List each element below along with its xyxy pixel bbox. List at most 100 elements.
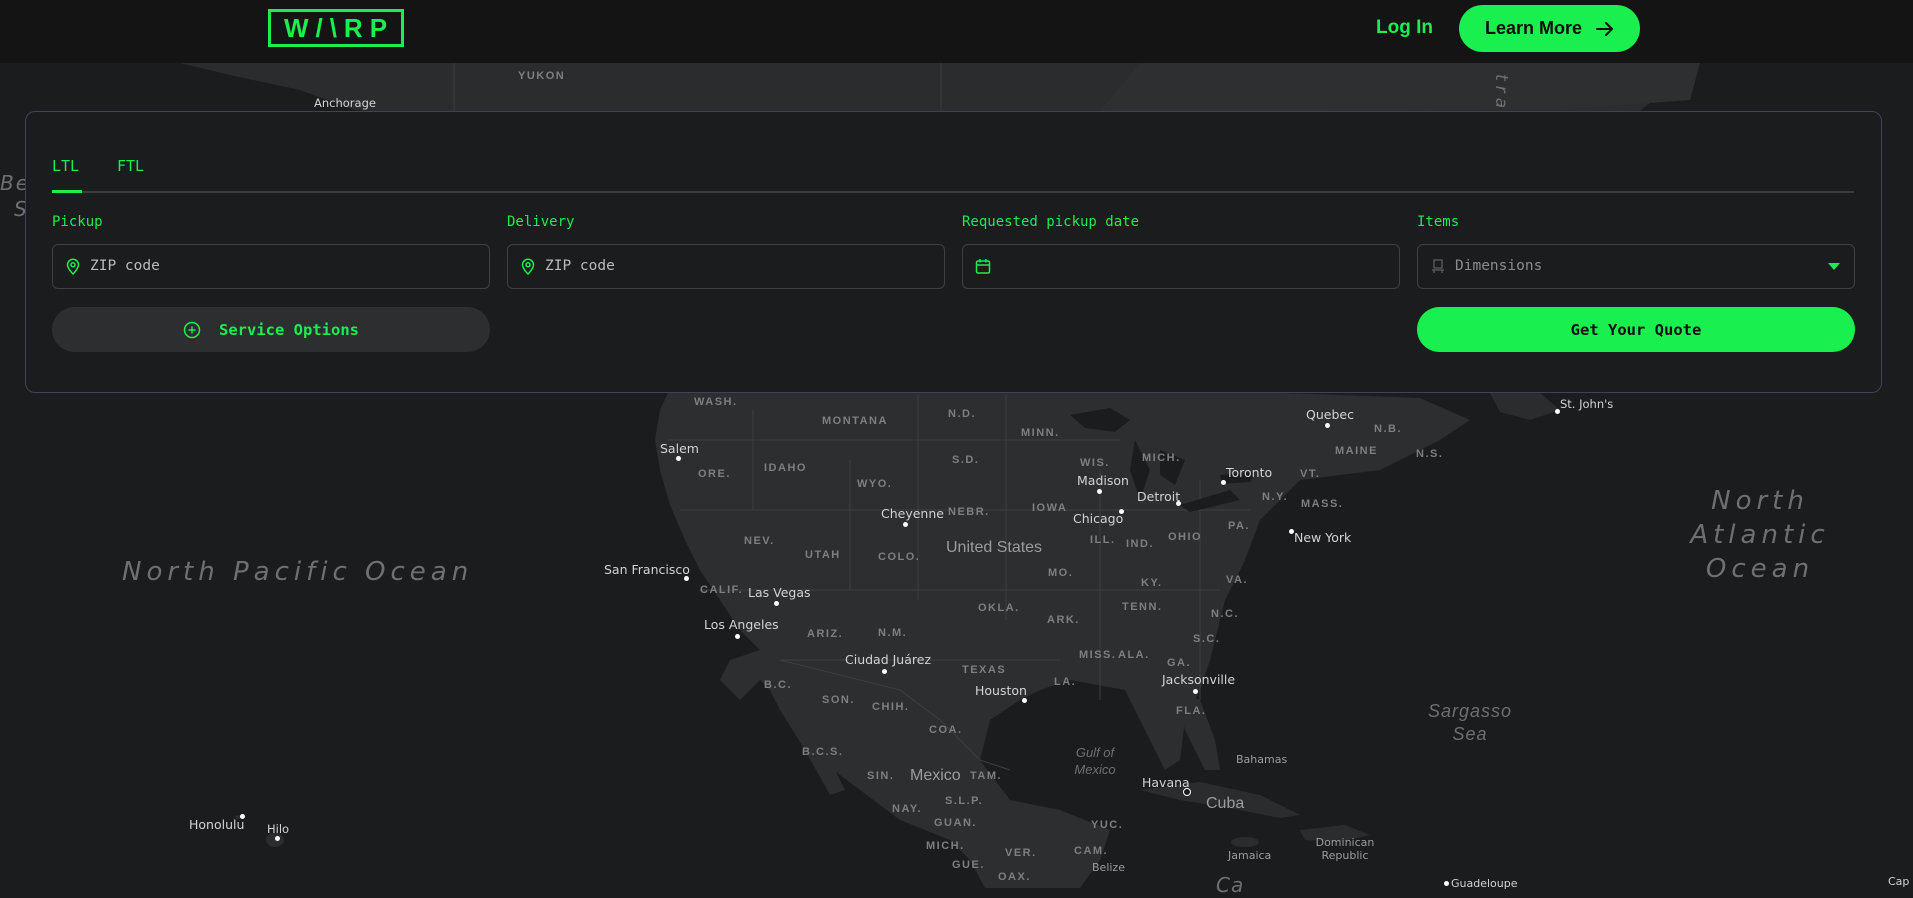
region-label: N.Y.: [1262, 491, 1289, 503]
service-options-label: Service Options: [219, 320, 359, 339]
city-label-madison: Madison: [1077, 473, 1129, 488]
city-dot: [1325, 423, 1330, 428]
city-label-quebec: Quebec: [1306, 407, 1354, 422]
city-dot: [1097, 489, 1102, 494]
city-dot: [882, 669, 887, 674]
ocean-label-north-atlantic: North Atlantic Ocean: [1690, 486, 1830, 584]
city-label-ciudad-juarez: Ciudad Juárez: [845, 652, 932, 667]
region-label: IOWA: [1032, 502, 1068, 514]
get-your-quote-button[interactable]: Get Your Quote: [1417, 307, 1855, 352]
region-label: TAM.: [970, 770, 1003, 782]
region-label: MICH.: [1142, 452, 1181, 464]
city-label-new-york: New York: [1294, 530, 1352, 545]
region-label: GUAN.: [934, 817, 977, 829]
region-label: VER.: [1005, 847, 1037, 859]
delivery-zip-placeholder: ZIP code: [545, 258, 615, 274]
city-dot: [1221, 480, 1226, 485]
delivery-zip-input[interactable]: ZIP code: [507, 244, 945, 289]
calendar-icon: [975, 259, 991, 274]
city-dot: [1555, 409, 1560, 414]
country-label-united-states: United States: [946, 539, 1043, 556]
tab-ftl[interactable]: FTL: [117, 157, 144, 175]
region-label: MAINE: [1335, 445, 1378, 457]
city-label-chicago: Chicago: [1073, 511, 1124, 526]
region-label: MASS.: [1301, 498, 1344, 510]
ocean-label-north-pacific: North Pacific Ocean: [122, 557, 474, 587]
region-label: OAX.: [998, 871, 1031, 883]
login-link[interactable]: Log In: [1376, 17, 1433, 39]
plus-circle-icon: [183, 321, 201, 338]
quote-form-panel: LTL FTL Pickup ZIP code Delivery ZIP cod…: [25, 111, 1882, 393]
items-label: Items: [1417, 214, 1460, 230]
city-label-houston: Houston: [975, 683, 1027, 698]
service-options-button[interactable]: Service Options: [52, 307, 490, 352]
city-dot: [684, 576, 689, 581]
region-label: B.C.: [764, 679, 792, 691]
region-label: S.L.P.: [945, 795, 984, 807]
city-label-hilo: Hilo: [267, 822, 290, 836]
region-label: MISS.: [1079, 649, 1117, 661]
city-dot: [1289, 529, 1294, 534]
map-label-bahamas: Bahamas: [1236, 753, 1288, 766]
region-label: N.S.: [1416, 448, 1444, 460]
learn-more-label: Learn More: [1484, 18, 1583, 38]
region-label: ALA.: [1118, 649, 1150, 661]
get-your-quote-label: Get Your Quote: [1570, 320, 1702, 339]
region-label: GUE.: [952, 859, 985, 871]
region-label: OHIO: [1168, 531, 1203, 543]
location-pin-icon: [521, 258, 535, 276]
region-label: ARK.: [1047, 614, 1080, 626]
delivery-label: Delivery: [507, 214, 575, 230]
learn-more-button[interactable]: Learn More: [1459, 5, 1640, 52]
region-label: ARIZ.: [807, 628, 844, 640]
region-label: WYO.: [857, 478, 893, 490]
region-label: ORE.: [698, 468, 731, 480]
region-label: MO.: [1048, 567, 1074, 579]
city-label-honolulu: Honolulu: [189, 817, 245, 832]
items-dimensions-select[interactable]: Dimensions: [1417, 244, 1855, 289]
region-label: COA.: [929, 724, 963, 736]
city-dot: [903, 522, 908, 527]
city-label-cheyenne: Cheyenne: [881, 506, 944, 521]
city-label-st-johns: St. John's: [1560, 397, 1614, 411]
region-label: MINN.: [1021, 427, 1060, 439]
region-label: TEXAS: [962, 664, 1007, 676]
region-label: MICH.: [926, 840, 965, 852]
city-label-las-vegas: Las Vegas: [748, 585, 811, 600]
logo-text: W/\RP: [283, 12, 395, 43]
city-label-guadeloupe: Guadeloupe: [1451, 877, 1518, 890]
tab-ltl[interactable]: LTL: [52, 157, 79, 175]
region-label: S.C.: [1193, 633, 1221, 645]
warp-logo[interactable]: W/\RP: [268, 9, 404, 47]
pickup-zip-input[interactable]: ZIP code: [52, 244, 490, 289]
region-label: NEBR.: [948, 506, 990, 518]
region-label: YUKON: [518, 70, 566, 82]
region-label: N.M.: [878, 627, 908, 639]
sea-label-gulf-of-mexico: Gulf of Mexico: [1074, 745, 1116, 777]
region-label: YUC.: [1091, 819, 1124, 831]
city-dot: [275, 836, 280, 841]
region-label: FLA.: [1176, 705, 1207, 717]
map-label-belize: Belize: [1092, 861, 1125, 874]
region-label: WASH.: [694, 396, 738, 408]
active-tab-indicator: [52, 190, 82, 193]
city-dot: [676, 456, 681, 461]
region-label: TENN.: [1122, 601, 1163, 613]
region-label: WIS.: [1080, 457, 1110, 469]
city-dot: [240, 814, 245, 819]
arrow-right-icon: [1596, 21, 1614, 36]
region-label: IND.: [1126, 538, 1154, 550]
chevron-down-icon: [1828, 263, 1840, 270]
region-label: MONTANA: [822, 415, 888, 427]
region-label: CALIF.: [700, 584, 744, 596]
region-label: CHIH.: [872, 701, 910, 713]
region-label: GA.: [1167, 657, 1192, 669]
pickup-date-input[interactable]: [962, 244, 1400, 289]
city-label-toronto: Toronto: [1226, 465, 1273, 480]
city-dot: [1119, 509, 1124, 514]
region-label: S.D.: [952, 454, 980, 466]
region-label: NEV.: [744, 535, 775, 547]
city-label-detroit: Detroit: [1137, 489, 1181, 504]
region-label: KY.: [1141, 577, 1163, 589]
region-label: SON.: [822, 694, 855, 706]
